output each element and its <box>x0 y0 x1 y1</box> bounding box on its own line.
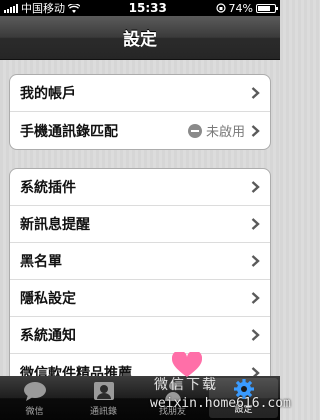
row-system-notice[interactable]: 系統通知 <box>10 317 270 354</box>
row-blacklist[interactable]: 黑名單 <box>10 243 270 280</box>
chat-bubble-icon <box>23 382 46 401</box>
status-bar: 中国移动 15:33 74% <box>0 0 280 16</box>
row-plugins[interactable]: 系統插件 <box>10 169 270 206</box>
status-indicator: 未啟用 <box>187 121 245 140</box>
row-contacts-match[interactable]: 手機通訊錄匹配 未啟用 <box>10 112 270 149</box>
row-label: 新訊息提醒 <box>20 217 90 233</box>
tab-settings[interactable]: 設定 <box>209 378 278 418</box>
chevron-right-icon <box>251 329 260 341</box>
tab-label: 找朋友 <box>158 407 186 417</box>
battery-icon <box>256 3 278 13</box>
lock-rotation-icon <box>215 3 226 13</box>
navigation-bar: 設定 <box>0 16 280 60</box>
row-label: 系統通知 <box>20 328 76 344</box>
tab-label: 微信 <box>25 407 44 417</box>
row-label: 我的帳戶 <box>20 86 76 102</box>
chevron-right-icon <box>251 218 260 230</box>
row-my-account[interactable]: 我的帳戶 <box>10 75 270 112</box>
status-right: 74% <box>215 1 278 15</box>
chevron-right-icon <box>251 124 260 137</box>
chevron-right-icon <box>251 292 260 304</box>
tab-label: 通訊錄 <box>89 407 117 417</box>
row-label: 隱私設定 <box>20 291 76 307</box>
row-label: 系統插件 <box>20 180 76 196</box>
row-privacy[interactable]: 隱私設定 <box>10 280 270 317</box>
chevron-right-icon <box>251 87 260 99</box>
row-label: 手機通訊錄匹配 <box>20 123 118 140</box>
carrier-name: 中国移动 <box>21 2 65 15</box>
battery-percent: 74% <box>228 1 253 15</box>
gear-icon <box>233 379 254 399</box>
disabled-icon <box>187 123 202 138</box>
page-title: 設定 <box>123 30 157 50</box>
tab-chats[interactable]: 微信 <box>0 376 69 420</box>
general-settings-group: 系統插件 新訊息提醒 黑名單 隱私設定 系統通知 微信軟件精品推薦 <box>9 168 271 392</box>
wifi-icon <box>68 3 80 13</box>
account-settings-group: 我的帳戶 手機通訊錄匹配 未啟用 <box>9 74 271 150</box>
status-text: 未啟用 <box>205 125 245 140</box>
tab-label: 設定 <box>234 405 253 415</box>
tab-find-friends[interactable]: 找朋友 <box>138 376 207 420</box>
tab-contacts[interactable]: 通訊錄 <box>69 376 138 420</box>
row-notifications[interactable]: 新訊息提醒 <box>10 206 270 243</box>
find-friends-icon <box>164 382 181 401</box>
status-time: 15:33 <box>128 1 167 15</box>
tab-bar: 微信 通訊錄 找朋友 設定 <box>0 376 280 420</box>
chevron-right-icon <box>251 181 260 193</box>
contacts-icon <box>93 382 114 400</box>
signal-strength-icon <box>4 3 18 13</box>
row-label: 黑名單 <box>20 254 62 270</box>
status-left: 中国移动 <box>4 0 80 16</box>
chevron-right-icon <box>251 255 260 267</box>
